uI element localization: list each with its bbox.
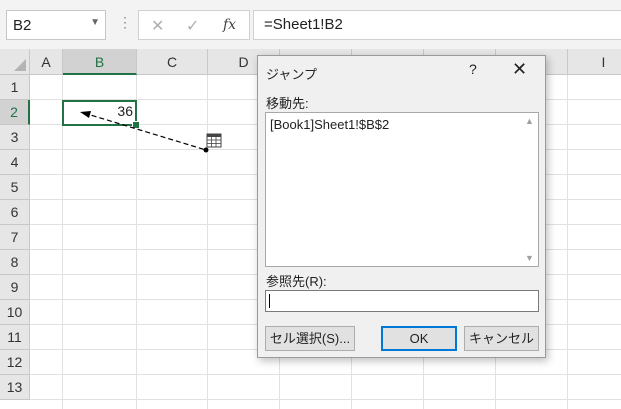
chevron-down-icon[interactable]: ▼ <box>90 17 100 28</box>
formula-text: =Sheet1!B2 <box>264 16 343 33</box>
grid-line <box>30 374 621 375</box>
formula-input[interactable]: =Sheet1!B2 <box>253 10 621 40</box>
list-item[interactable]: [Book1]Sheet1!$B$2 <box>270 117 389 132</box>
row-header-10[interactable]: 10 <box>0 300 30 325</box>
worksheet-icon <box>206 133 222 148</box>
trace-arrow-dot-icon <box>203 147 209 153</box>
insert-function-icon[interactable]: fx <box>223 17 236 33</box>
trace-arrow-line <box>83 112 207 151</box>
precedent-trace-arrow <box>80 111 222 153</box>
list-scrollbar[interactable]: ▲ ▼ <box>522 113 538 266</box>
column-header-i[interactable]: I <box>568 49 621 75</box>
row-header-12[interactable]: 12 <box>0 350 30 375</box>
grid-line <box>30 399 621 400</box>
enter-icon[interactable]: ✓ <box>186 16 199 36</box>
formula-bar: B2 ▼ ⋮ ✕ ✓ fx =Sheet1!B2 <box>0 0 621 50</box>
ok-button[interactable]: OK <box>381 326 457 351</box>
row-header-9[interactable]: 9 <box>0 275 30 300</box>
name-box[interactable]: B2 ▼ <box>6 10 106 40</box>
grip-icon: ⋮ <box>118 14 132 30</box>
special-button[interactable]: セル選択(S)... <box>265 326 355 351</box>
reference-input[interactable] <box>265 290 539 312</box>
row-header-6[interactable]: 6 <box>0 200 30 225</box>
close-icon[interactable]: ✕ <box>512 59 527 80</box>
row-header-5[interactable]: 5 <box>0 175 30 200</box>
goto-dialog: ジャンプ ? ✕ 移動先: [Book1]Sheet1!$B$2 ▲ ▼ 参照先… <box>257 55 546 358</box>
goto-list[interactable]: [Book1]Sheet1!$B$2 ▲ ▼ <box>265 112 539 267</box>
reference-label: 参照先(R): <box>266 274 327 289</box>
chevron-up-icon[interactable]: ▲ <box>525 116 534 126</box>
chevron-down-icon[interactable]: ▼ <box>525 253 534 263</box>
row-header-13[interactable]: 13 <box>0 375 30 400</box>
help-icon[interactable]: ? <box>469 61 477 77</box>
dialog-title: ジャンプ <box>266 67 317 82</box>
grid-line <box>567 75 568 409</box>
goto-label: 移動先: <box>266 96 309 111</box>
row-header-11[interactable]: 11 <box>0 325 30 350</box>
name-box-value: B2 <box>13 17 32 34</box>
row-header-8[interactable]: 8 <box>0 250 30 275</box>
text-caret <box>269 294 270 308</box>
row-header-7[interactable]: 7 <box>0 225 30 250</box>
trace-arrow-head-icon <box>80 111 91 118</box>
cancel-icon[interactable]: ✕ <box>151 16 164 36</box>
cancel-button[interactable]: キャンセル <box>464 326 539 351</box>
formula-buttons: ✕ ✓ fx <box>138 10 250 40</box>
